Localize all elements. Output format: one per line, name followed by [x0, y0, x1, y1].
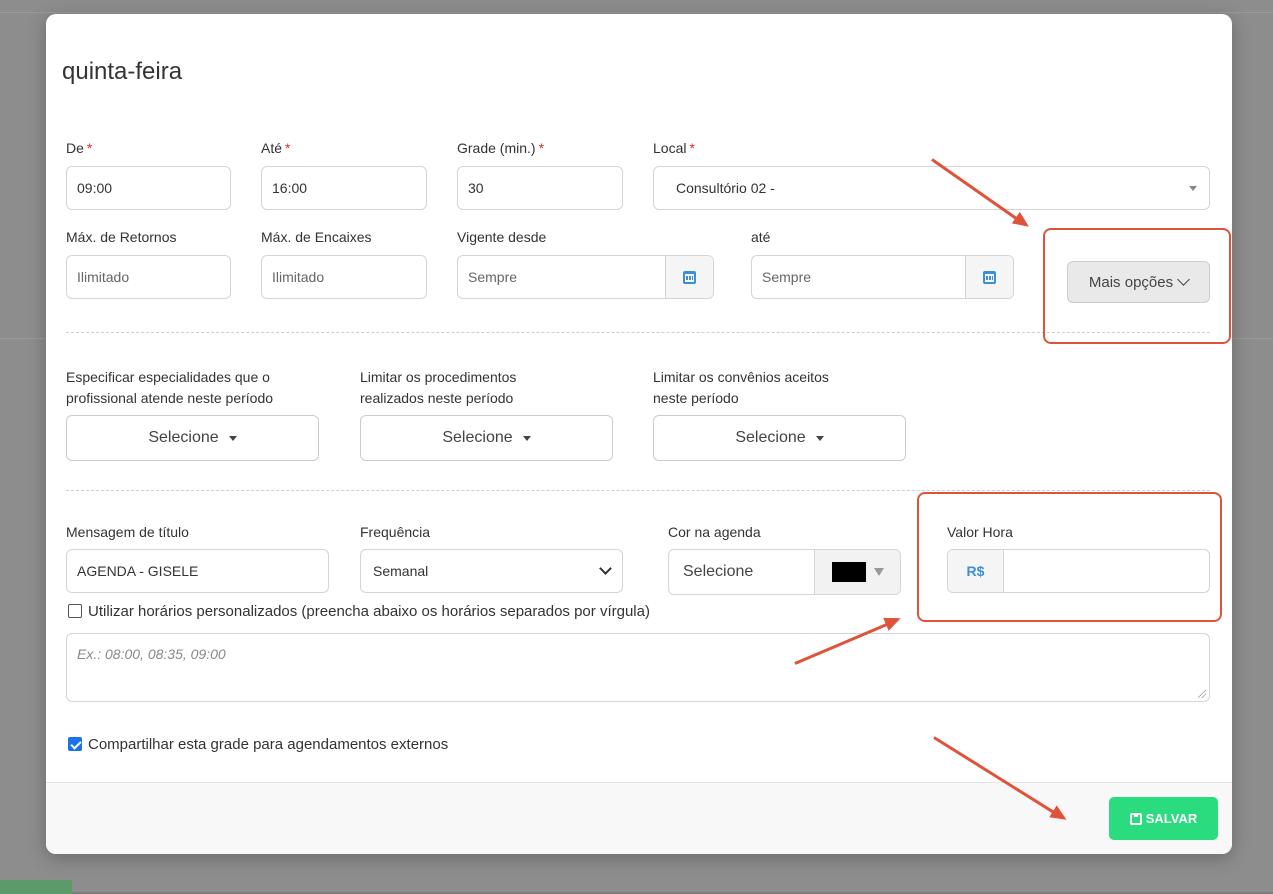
caret-down-icon — [522, 435, 531, 441]
calendar-icon — [983, 270, 996, 284]
to-time-input[interactable]: 16:00 — [261, 166, 427, 210]
specialties-label: Especificar especialidades que o profissi… — [66, 369, 274, 406]
grid-label: Grade (min.) * — [457, 140, 545, 156]
max-returns-label: Máx. de Retornos — [66, 229, 177, 245]
color-swatch — [831, 562, 866, 582]
valid-to-calendar-button[interactable] — [965, 256, 1013, 298]
max-returns-input[interactable]: Ilimitado — [66, 255, 231, 299]
caret-down-icon — [815, 435, 824, 441]
save-button-label: SALVAR — [1145, 811, 1198, 826]
valid-from-datepicker[interactable]: Sempre — [457, 255, 714, 299]
floppy-disk-icon — [1129, 812, 1142, 825]
valid-to-label: até — [751, 229, 771, 245]
color-picker-label: Selecione — [683, 563, 754, 580]
share-external-checkbox[interactable] — [68, 737, 82, 751]
valid-to-input[interactable]: Sempre — [752, 256, 965, 298]
schedule-dialog: quinta-feira De * Até * Grade (min.) * Loca… — [46, 14, 1232, 854]
calendar-icon — [683, 270, 696, 284]
section-divider — [66, 490, 1210, 491]
dropdown-arrow-icon — [1189, 185, 1197, 191]
color-picker[interactable]: Selecione — [668, 549, 901, 595]
grid-minutes-input[interactable]: 30 — [457, 166, 623, 210]
to-label: Até * — [261, 140, 291, 156]
color-swatch-button[interactable] — [814, 550, 900, 594]
specialties-dropdown[interactable]: Selecione — [66, 415, 319, 461]
annotation-box-hour-value — [917, 492, 1222, 622]
custom-times-checkbox[interactable] — [68, 604, 82, 618]
caret-down-icon — [873, 568, 884, 576]
from-label: De * — [66, 140, 93, 156]
location-label: Local * — [653, 140, 695, 156]
insurances-dropdown[interactable]: Selecione — [653, 415, 906, 461]
max-fits-label: Máx. de Encaixes — [261, 229, 372, 245]
caret-down-icon — [228, 435, 237, 441]
procedures-label: Limitar os procedimentos realizados neste… — [360, 369, 517, 406]
dialog-title: quinta-feira — [62, 58, 183, 85]
save-button[interactable]: SALVAR — [1109, 797, 1218, 840]
section-divider — [66, 332, 1210, 333]
frequency-select[interactable]: Semanal — [360, 549, 623, 593]
annotation-box-more-options — [1043, 228, 1231, 344]
share-external-label: Compartilhar esta grade para agendamento… — [88, 736, 449, 753]
location-select[interactable]: Consultório 02 - — [653, 166, 1210, 210]
custom-times-label: Utilizar horários personalizados (preenc… — [88, 603, 650, 620]
color-label: Cor na agenda — [668, 524, 761, 540]
valid-from-calendar-button[interactable] — [665, 256, 713, 298]
from-time-input[interactable]: 09:00 — [66, 166, 231, 210]
chevron-down-icon — [599, 562, 612, 575]
procedures-dropdown[interactable]: Selecione — [360, 415, 613, 461]
frequency-label: Frequência — [360, 524, 431, 540]
custom-times-textarea[interactable]: Ex.: 08:00, 08:35, 09:00 — [66, 633, 1210, 702]
title-message-label: Mensagem de título — [66, 524, 189, 540]
max-fits-input[interactable]: Ilimitado — [261, 255, 427, 299]
resize-handle-icon[interactable] — [1198, 690, 1206, 698]
custom-times-placeholder: Ex.: 08:00, 08:35, 09:00 — [77, 646, 226, 662]
valid-from-input[interactable]: Sempre — [458, 256, 665, 298]
insurances-label: Limitar os convênios aceitos neste períod… — [653, 369, 829, 406]
title-message-input[interactable]: AGENDA - GISELE — [66, 549, 329, 593]
valid-from-label: Vigente desde — [457, 229, 547, 245]
background-divider — [0, 12, 1273, 13]
valid-to-datepicker[interactable]: Sempre — [751, 255, 1014, 299]
